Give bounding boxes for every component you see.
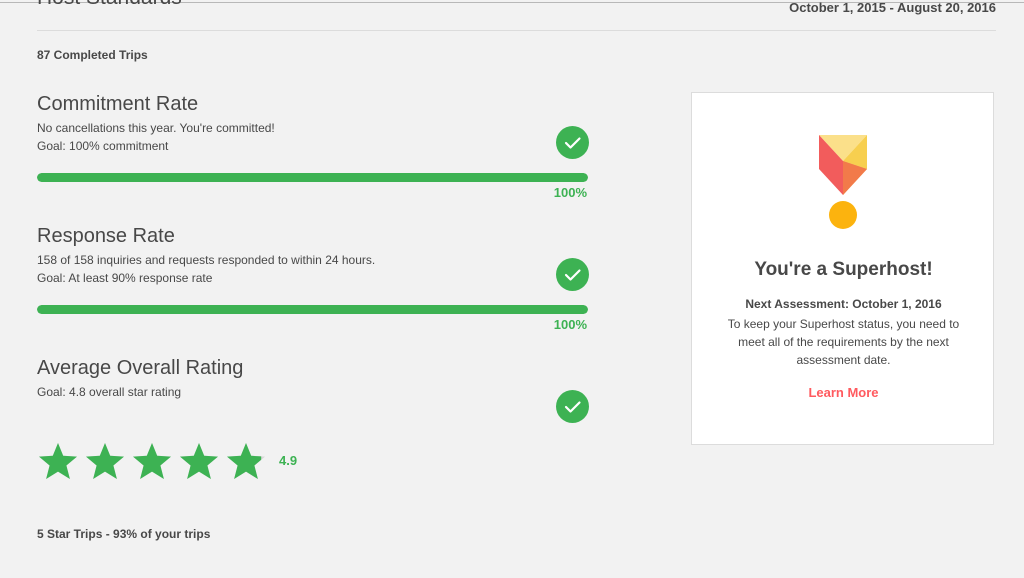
metric-goal: Goal: At least 90% response rate bbox=[37, 271, 213, 285]
superhost-title: You're a Superhost! bbox=[754, 259, 933, 280]
progress-fill bbox=[37, 173, 588, 182]
star-icon bbox=[180, 443, 218, 479]
metric-response-rate: Response Rate 158 of 158 inquiries and r… bbox=[37, 225, 589, 332]
check-circle-icon bbox=[556, 258, 589, 291]
learn-more-link[interactable]: Learn More bbox=[692, 385, 995, 400]
check-circle-icon bbox=[556, 126, 589, 159]
metric-percent: 100% bbox=[553, 317, 587, 332]
page-title: Host Standards bbox=[37, 0, 182, 10]
superhost-medal-icon bbox=[819, 135, 867, 229]
star-icon bbox=[227, 443, 265, 479]
date-range: October 1, 2015 - August 20, 2016 bbox=[789, 0, 996, 15]
metric-percent: 100% bbox=[553, 185, 587, 200]
metric-average-rating: Average Overall Rating Goal: 4.8 overall… bbox=[37, 357, 589, 423]
metric-title: Response Rate bbox=[37, 225, 175, 247]
next-assessment: Next Assessment: October 1, 2016 bbox=[745, 297, 942, 311]
metric-goal: Goal: 4.8 overall star rating bbox=[37, 385, 182, 399]
rating-value: 4.9 bbox=[279, 453, 298, 468]
star-icon bbox=[86, 443, 124, 479]
progress-fill bbox=[37, 305, 588, 314]
metric-description: 158 of 158 inquiries and requests respon… bbox=[37, 253, 376, 267]
header-divider bbox=[37, 30, 996, 31]
superhost-card: You're a Superhost! Next Assessment: Oct… bbox=[691, 92, 994, 445]
check-circle-icon bbox=[556, 390, 589, 423]
completed-trips-count: 87 Completed Trips bbox=[37, 48, 148, 62]
star-icon bbox=[133, 443, 171, 479]
five-star-trips: 5 Star Trips - 93% of your trips bbox=[37, 527, 211, 541]
metric-title: Average Overall Rating bbox=[37, 357, 244, 379]
superhost-description: To keep your Superhost status, you need … bbox=[727, 317, 960, 367]
metric-commitment-rate: Commitment Rate No cancellations this ye… bbox=[37, 93, 589, 200]
commitment-progress-bar bbox=[37, 173, 588, 182]
metric-title: Commitment Rate bbox=[37, 93, 199, 115]
star-icon bbox=[39, 443, 77, 479]
metric-description: No cancellations this year. You're commi… bbox=[37, 121, 275, 135]
response-progress-bar bbox=[37, 305, 588, 314]
metric-goal: Goal: 100% commitment bbox=[37, 139, 169, 153]
